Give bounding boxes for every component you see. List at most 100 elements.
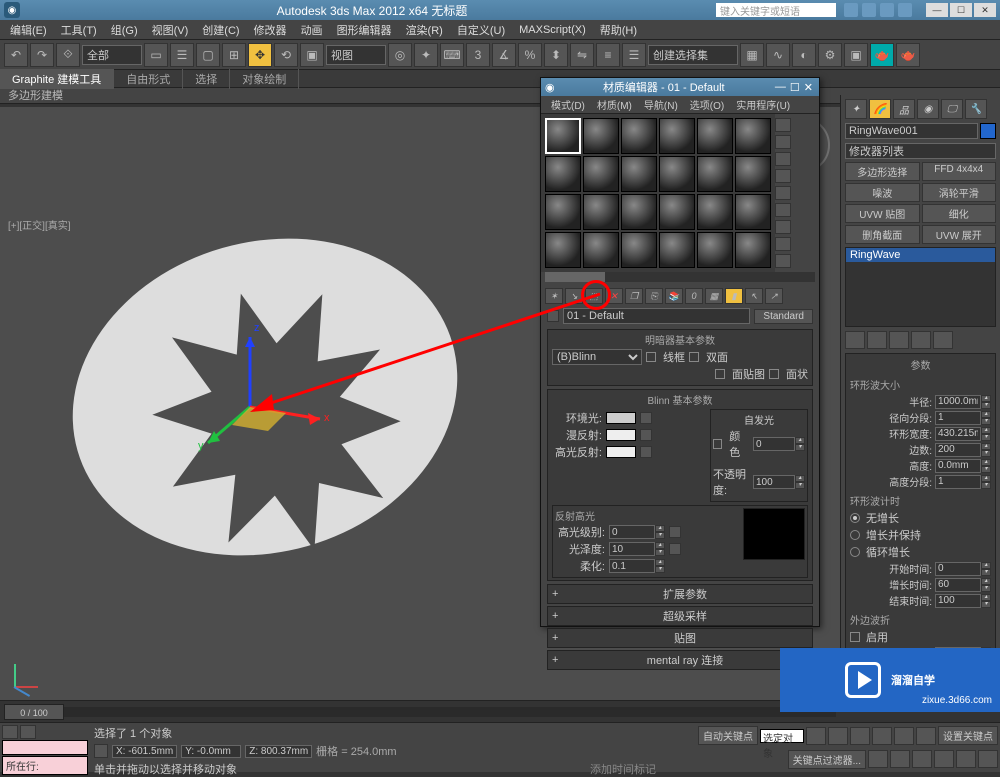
prev-frame-icon[interactable] (806, 727, 826, 745)
mat-slot-3[interactable] (621, 118, 657, 154)
key-mode-icon[interactable] (894, 727, 914, 745)
mat-slot-7[interactable] (545, 156, 581, 192)
ribbon-objpaint[interactable]: 对象绘制 (230, 69, 299, 89)
mat-slot-12[interactable] (735, 156, 771, 192)
link-button[interactable]: ⟐ (56, 43, 80, 67)
search-input[interactable]: 键入关键字或短语 (716, 3, 836, 17)
spin-up-icon[interactable]: ▴ (795, 475, 805, 482)
menu-edit[interactable]: 编辑(E) (4, 20, 53, 40)
menu-tools[interactable]: 工具(T) (55, 20, 103, 40)
selection-filter[interactable]: 全部 (82, 45, 142, 65)
named-selection-set[interactable]: 创建选择集 (648, 45, 738, 65)
assign-to-selection-icon[interactable]: ⬚ (585, 288, 603, 304)
rollout-mentalray[interactable]: +mental ray 连接 (547, 650, 813, 670)
end-value[interactable] (935, 594, 981, 608)
spin-up-icon[interactable]: ▴ (981, 594, 991, 601)
hseg-value[interactable] (935, 475, 981, 489)
spin-down-icon[interactable]: ▾ (655, 532, 665, 539)
height-value[interactable] (935, 459, 981, 473)
rollout-param-hd[interactable]: 参数 (850, 356, 991, 375)
rollout-extended[interactable]: +扩展参数 (547, 584, 813, 604)
put-to-library-icon[interactable]: 📚 (665, 288, 683, 304)
radio-loopgrow[interactable] (850, 547, 860, 557)
make-unique-icon[interactable] (889, 331, 909, 349)
goto-end-icon[interactable] (872, 727, 892, 745)
fov-icon[interactable] (934, 750, 954, 768)
move-button[interactable]: ✥ (248, 43, 272, 67)
spin-up-icon[interactable]: ▴ (981, 578, 991, 585)
stack-item-ringwave[interactable]: RingWave (846, 248, 995, 262)
put-to-scene-icon[interactable]: ↘ (565, 288, 583, 304)
redo-button[interactable]: ↷ (30, 43, 54, 67)
diffuse-map-icon[interactable] (640, 429, 652, 441)
timeline[interactable]: 0 / 100 (0, 700, 840, 722)
spin-down-icon[interactable]: ▾ (981, 569, 991, 576)
gloss-map-icon[interactable] (669, 543, 681, 555)
mat-titlebar[interactable]: ◉ 材质编辑器 - 01 - Default — ☐ ✕ (541, 78, 819, 96)
spin-up-icon[interactable]: ▴ (981, 427, 991, 434)
spinner-snap-button[interactable]: ⬍ (544, 43, 568, 67)
go-forward-icon[interactable]: ↗ (765, 288, 783, 304)
motion-tab-icon[interactable]: ◉ (917, 99, 939, 119)
share-icon[interactable] (898, 3, 912, 17)
show-end-result-icon[interactable]: ▮ (725, 288, 743, 304)
radseg-value[interactable] (935, 411, 981, 425)
next-frame-icon[interactable] (850, 727, 870, 745)
key-target-field[interactable]: 选定对象 (760, 729, 804, 743)
mat-menu-nav[interactable]: 导航(N) (638, 96, 684, 113)
spec-level-map-icon[interactable] (669, 526, 681, 538)
pan-icon[interactable] (868, 750, 888, 768)
play-icon[interactable] (828, 727, 848, 745)
wire-check[interactable] (646, 352, 656, 362)
script-line-field[interactable] (2, 740, 88, 755)
spin-up-icon[interactable]: ▴ (655, 542, 665, 549)
help-icon[interactable] (844, 3, 858, 17)
configure-sets-icon[interactable] (933, 331, 953, 349)
ribbon-selection[interactable]: 选择 (183, 69, 230, 89)
communication-icon[interactable] (862, 3, 876, 17)
sample-type-icon[interactable] (775, 118, 791, 132)
mat-slot-6[interactable] (735, 118, 771, 154)
select-button[interactable]: ▭ (144, 43, 168, 67)
ribbon-graphite[interactable]: Graphite 建模工具 (0, 69, 114, 89)
gloss-value[interactable] (609, 542, 655, 556)
time-slider[interactable]: 0 / 100 (4, 707, 836, 717)
spin-down-icon[interactable]: ▾ (655, 566, 665, 573)
render-frame-button[interactable]: ▣ (844, 43, 868, 67)
mod-ffd[interactable]: FFD 4x4x4 (922, 162, 997, 181)
preview-icon[interactable] (775, 203, 791, 217)
mat-close-button[interactable]: ✕ (804, 81, 813, 94)
make-copy-icon[interactable]: ❐ (625, 288, 643, 304)
ringw-value[interactable] (935, 427, 981, 441)
close-button[interactable]: ✕ (974, 3, 996, 17)
spin-down-icon[interactable]: ▾ (981, 482, 991, 489)
viewport-label[interactable]: [+][正交][真实] (8, 217, 71, 232)
lock-icon[interactable] (94, 744, 108, 758)
spin-down-icon[interactable]: ▾ (795, 444, 805, 451)
maximize-vp-icon[interactable] (978, 750, 998, 768)
mat-id-icon[interactable]: 0 (685, 288, 703, 304)
zoom-icon[interactable] (890, 750, 910, 768)
app-logo[interactable]: ◉ (4, 2, 20, 18)
render-prod-button[interactable]: 🫖 (896, 43, 920, 67)
mat-slot-18[interactable] (735, 194, 771, 230)
menu-animation[interactable]: 动画 (295, 20, 329, 40)
spin-down-icon[interactable]: ▾ (981, 402, 991, 409)
ref-coord[interactable]: 视图 (326, 45, 386, 65)
mat-slot-4[interactable] (659, 118, 695, 154)
mod-tessellate[interactable]: 细化 (922, 204, 997, 223)
menu-create[interactable]: 创建(C) (196, 20, 245, 40)
mat-menu-util[interactable]: 实用程序(U) (730, 96, 796, 113)
spin-down-icon[interactable]: ▾ (981, 466, 991, 473)
ambient-swatch[interactable] (606, 412, 636, 424)
show-in-viewport-icon[interactable]: ▦ (705, 288, 723, 304)
autokey-button[interactable]: 自动关键点 (698, 726, 758, 745)
minimize-button[interactable]: — (926, 3, 948, 17)
spin-up-icon[interactable]: ▴ (981, 411, 991, 418)
radio-growhold[interactable] (850, 530, 860, 540)
menu-view[interactable]: 视图(V) (146, 20, 195, 40)
spin-up-icon[interactable]: ▴ (981, 459, 991, 466)
go-to-parent-icon[interactable]: ↖ (745, 288, 763, 304)
mat-slot-14[interactable] (583, 194, 619, 230)
spin-down-icon[interactable]: ▾ (795, 482, 805, 489)
